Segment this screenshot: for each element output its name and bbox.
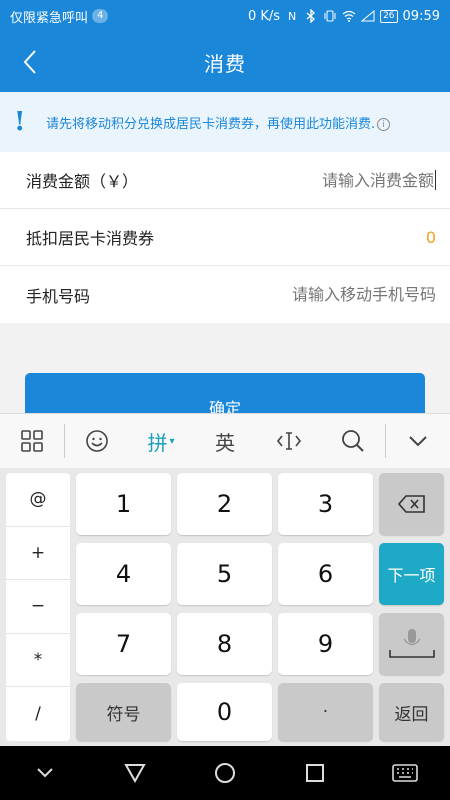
voucher-row: 抵扣居民卡消费券 0: [0, 209, 450, 266]
symbol-key[interactable]: −: [6, 580, 70, 634]
digit-key-2[interactable]: 2: [177, 473, 272, 535]
page-title: 消费: [204, 51, 246, 76]
dot-key[interactable]: ·: [278, 683, 373, 741]
notice-text: 请先将移动积分兑换成居民卡消费券，再使用此功能消费.: [46, 116, 376, 132]
english-label: 英: [215, 430, 235, 455]
caret-down-icon: ▾: [169, 435, 175, 447]
symbol-key[interactable]: *: [6, 634, 70, 688]
digit-key-9[interactable]: 9: [278, 613, 373, 675]
symbol-key[interactable]: /: [6, 687, 70, 741]
cursor-move-button[interactable]: [257, 414, 321, 469]
numeric-keypad: @ + − * / 1 2 3 4 5 6 下一项 7 8 9 符号 0 · 返…: [0, 468, 450, 746]
status-bar: 仅限紧急呼叫 4 0 K/s N 26 09:59: [0, 0, 450, 32]
keyboard-switch-button[interactable]: [385, 753, 425, 793]
emoji-button[interactable]: [65, 414, 129, 469]
recents-nav-button[interactable]: [295, 753, 335, 793]
smiley-icon: [86, 430, 108, 452]
bluetooth-icon: [304, 9, 318, 23]
digit-key-1[interactable]: 1: [76, 473, 171, 535]
digit-key-8[interactable]: 8: [177, 613, 272, 675]
carrier-text: 仅限紧急呼叫: [10, 10, 89, 26]
back-button[interactable]: [10, 32, 50, 92]
wifi-icon: [342, 9, 356, 23]
vibrate-icon: [323, 9, 337, 23]
voucher-value: 0: [425, 227, 436, 247]
digit-key-4[interactable]: 4: [76, 543, 171, 605]
digit-key-7[interactable]: 7: [76, 613, 171, 675]
nfc-icon: N: [287, 9, 297, 23]
amount-label: 消费金额（￥）: [26, 172, 139, 191]
keyboard-icon: [392, 764, 418, 782]
chevron-down-icon: [37, 768, 53, 778]
grid-icon: [21, 430, 43, 452]
microphone-icon: [388, 629, 435, 658]
backspace-key[interactable]: [379, 473, 444, 535]
exclamation-icon: !: [14, 107, 26, 137]
amount-input[interactable]: [234, 170, 434, 190]
digit-key-3[interactable]: 3: [278, 473, 373, 535]
phone-row[interactable]: 手机号码: [0, 266, 450, 323]
notification-badge: 4: [92, 9, 109, 23]
clock: 09:59: [402, 8, 440, 24]
symbols-key[interactable]: 符号: [76, 683, 171, 741]
english-mode-button[interactable]: 英: [193, 414, 257, 469]
next-field-key[interactable]: 下一项: [379, 543, 444, 605]
voucher-label: 抵扣居民卡消费券: [26, 229, 155, 248]
chevron-left-icon: [23, 50, 36, 74]
backspace-icon: [397, 495, 425, 513]
system-navigation-bar: [0, 746, 450, 800]
cursor-move-icon: [276, 432, 302, 450]
pinyin-label: 拼: [147, 430, 168, 455]
payment-form: 消费金额（￥） 抵扣居民卡消费券 0 手机号码: [0, 152, 450, 323]
digit-key-6[interactable]: 6: [278, 543, 373, 605]
nav-bar: 消费: [0, 32, 450, 92]
chevron-down-icon: [409, 436, 427, 447]
notice-banner: ! 请先将移动积分兑换成居民卡消费券，再使用此功能消费. i: [0, 92, 450, 152]
amount-row[interactable]: 消费金额（￥）: [0, 152, 450, 209]
symbol-key[interactable]: +: [6, 527, 70, 581]
home-circle-icon: [215, 763, 235, 783]
triangle-back-icon: [124, 764, 146, 783]
back-nav-button[interactable]: [115, 753, 155, 793]
home-nav-button[interactable]: [205, 753, 245, 793]
symbol-column: @ + − * /: [6, 473, 70, 741]
search-icon: [342, 430, 364, 452]
phone-input[interactable]: [216, 285, 436, 304]
square-recents-icon: [306, 764, 324, 782]
pinyin-mode-button[interactable]: 拼 ▾: [129, 414, 193, 469]
return-key[interactable]: 返回: [379, 683, 444, 741]
voice-input-key[interactable]: [379, 613, 444, 675]
keyboard-toolbar: 拼 ▾ 英: [0, 413, 450, 468]
signal-icon: [361, 9, 375, 23]
phone-label: 手机号码: [26, 286, 91, 306]
collapse-button[interactable]: [25, 753, 65, 793]
digit-key-0[interactable]: 0: [177, 683, 272, 741]
battery-level: 26: [380, 9, 398, 23]
hide-keyboard-button[interactable]: [386, 414, 450, 469]
digit-key-5[interactable]: 5: [177, 543, 272, 605]
info-icon[interactable]: i: [377, 118, 391, 131]
search-button[interactable]: [321, 414, 385, 469]
grid-menu-button[interactable]: [0, 414, 64, 469]
text-cursor: [435, 170, 436, 190]
net-speed: 0 K/s: [247, 8, 281, 24]
symbol-key[interactable]: @: [6, 473, 70, 527]
